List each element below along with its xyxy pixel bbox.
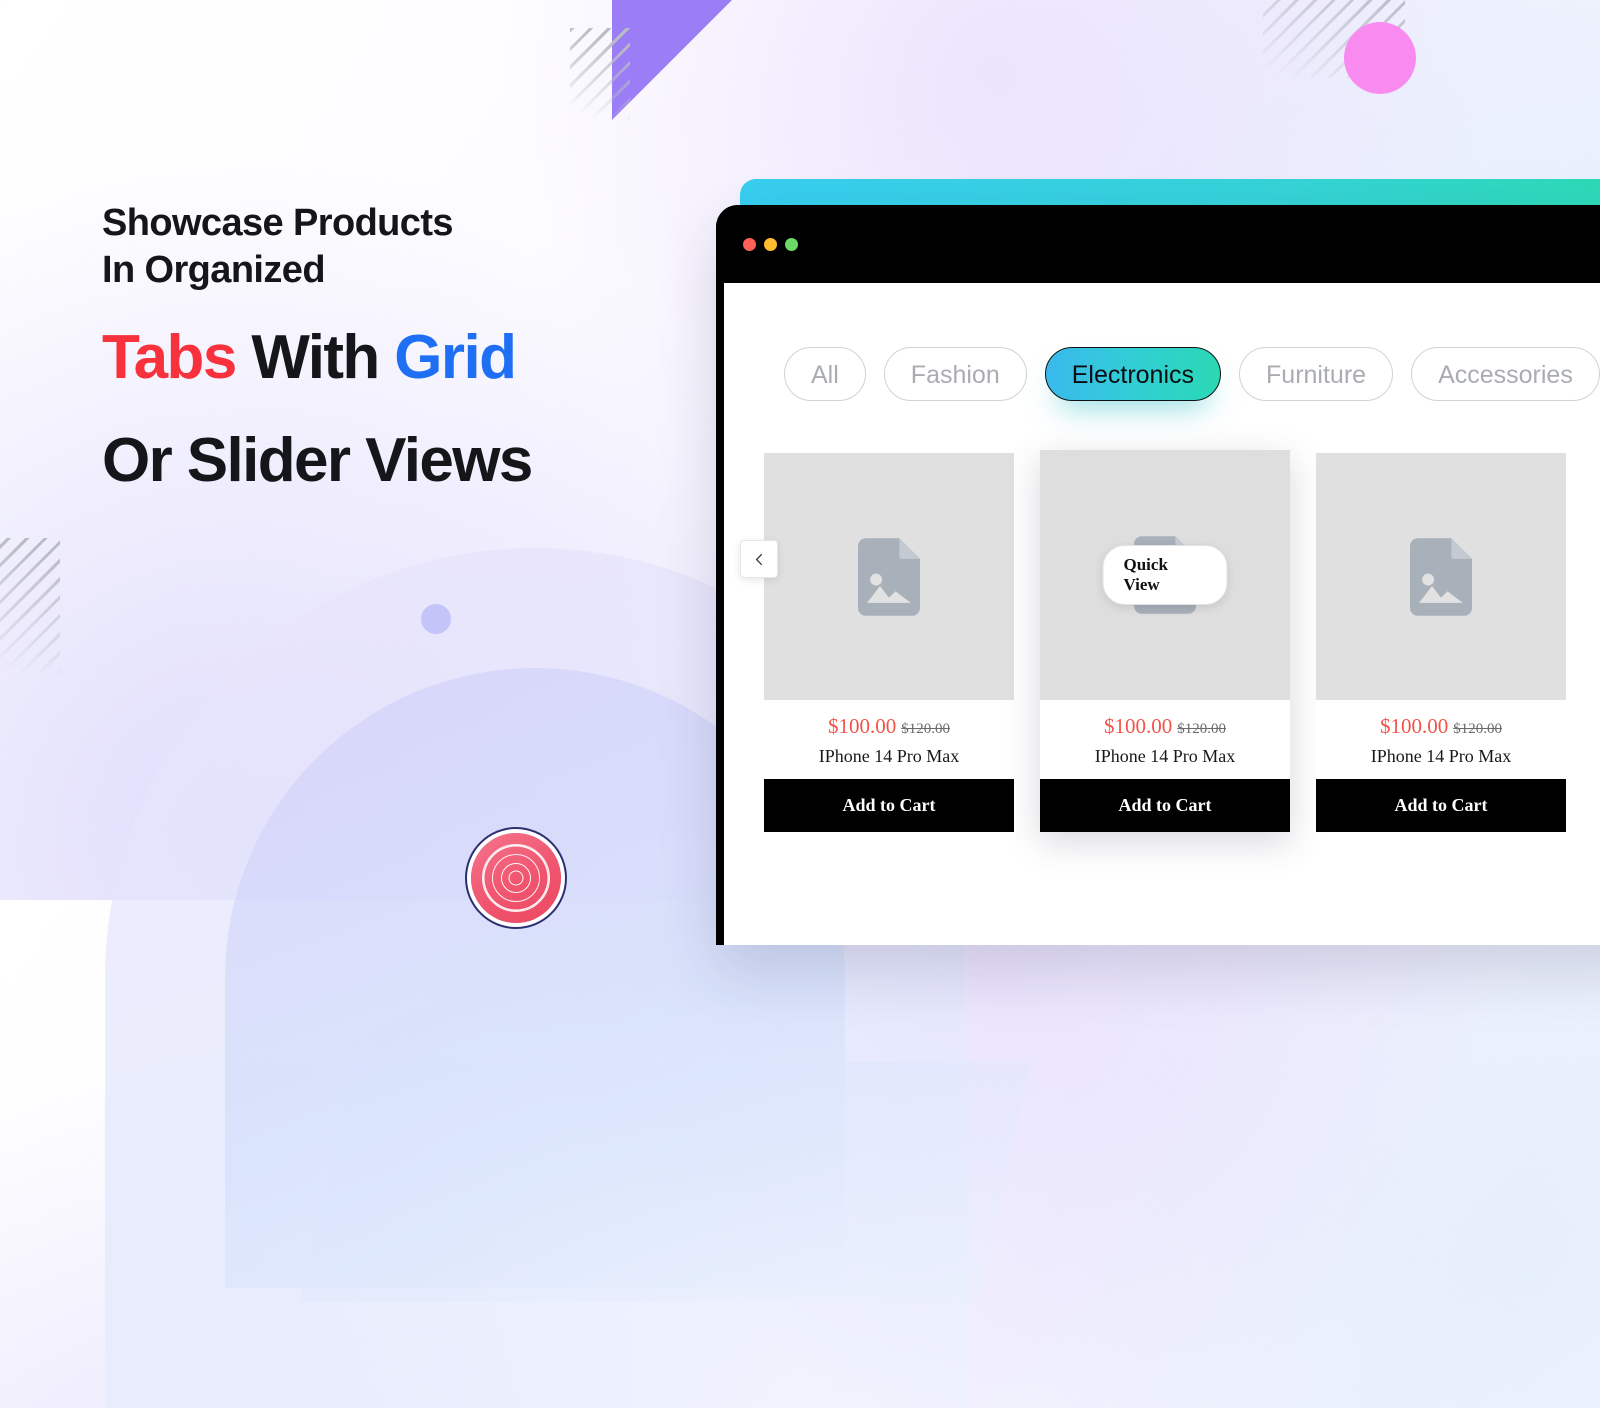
headline-accent-tabs: Tabs: [102, 323, 237, 392]
close-window-dot[interactable]: [743, 237, 756, 251]
browser-title-bar: [716, 205, 1600, 283]
maximize-window-dot[interactable]: [785, 237, 798, 251]
chevron-left-icon: [755, 553, 762, 565]
tab-fashion[interactable]: Fashion: [883, 347, 1027, 401]
product-info: $100.00 $120.00 IPhone 14 Pro Max: [1316, 700, 1566, 779]
product-info: $100.00 $120.00 IPhone 14 Pro Max: [764, 700, 1014, 779]
product-thumbnail[interactable]: Quick View: [1040, 450, 1290, 700]
tab-accessories[interactable]: Accessories: [1411, 347, 1600, 401]
product-card[interactable]: $100.00 $120.00 IPhone 14 Pro Max Add to …: [764, 453, 1014, 832]
product-price-row: $100.00 $120.00: [1316, 714, 1566, 739]
headline-line-3: Tabs With Grid: [102, 318, 662, 397]
product-old-price: $120.00: [1453, 721, 1502, 737]
tab-electronics[interactable]: Electronics: [1044, 347, 1222, 401]
tab-furniture[interactable]: Furniture: [1239, 347, 1394, 401]
decor-band-shape: [299, 1062, 1031, 1302]
headline-line-2: In Organized: [102, 249, 326, 291]
product-card[interactable]: Quick View $100.00 $120.00 IPhone 14 Pro …: [1040, 450, 1290, 832]
decor-pink-circle: [1344, 22, 1416, 94]
image-placeholder-icon: [858, 537, 920, 616]
product-thumbnail[interactable]: [764, 453, 1014, 700]
product-info: $100.00 $120.00 IPhone 14 Pro Max: [1040, 700, 1290, 779]
quick-view-button[interactable]: Quick View: [1102, 545, 1228, 605]
decor-rose-ring-badge: [471, 833, 561, 923]
product-name: IPhone 14 Pro Max: [1370, 746, 1512, 766]
product-thumbnail[interactable]: [1316, 453, 1566, 700]
product-price: $100.00: [828, 714, 897, 738]
product-price-row: $100.00 $120.00: [1040, 714, 1290, 739]
decor-stripes-bottom-left: [0, 538, 60, 673]
decor-purple-triangle: [612, 0, 734, 120]
add-to-cart-button[interactable]: Add to Cart: [1316, 779, 1566, 832]
decor-periwinkle-dot: [421, 604, 451, 634]
decor-ring-inner: [501, 863, 531, 893]
product-grid: $100.00 $120.00 IPhone 14 Pro Max Add to …: [764, 450, 1566, 832]
hero-headline: Showcase Products In Organized Tabs With…: [102, 200, 662, 500]
slider-prev-button[interactable]: [740, 540, 778, 578]
add-to-cart-button[interactable]: Add to Cart: [1040, 779, 1290, 832]
headline-accent-grid: Grid: [394, 323, 517, 392]
decor-stripes-top-left: [570, 28, 630, 120]
product-price-row: $100.00 $120.00: [764, 714, 1014, 739]
category-tab-bar: All Fashion Electronics Furniture Access…: [784, 347, 1600, 401]
browser-viewport: All Fashion Electronics Furniture Access…: [724, 283, 1600, 945]
minimize-window-dot[interactable]: [764, 237, 777, 251]
headline-line-4: Or Slider Views: [102, 426, 533, 495]
add-to-cart-button[interactable]: Add to Cart: [764, 779, 1014, 832]
product-price: $100.00: [1380, 714, 1449, 738]
product-card[interactable]: $100.00 $120.00 IPhone 14 Pro Max Add to …: [1316, 453, 1566, 832]
headline-connector: With: [235, 323, 395, 392]
product-old-price: $120.00: [901, 721, 950, 737]
decor-ring-center: [508, 870, 524, 886]
tab-all[interactable]: All: [784, 347, 866, 401]
browser-window-mockup: All Fashion Electronics Furniture Access…: [716, 205, 1600, 945]
image-placeholder-icon: [1410, 537, 1472, 616]
product-old-price: $120.00: [1177, 721, 1226, 737]
product-name: IPhone 14 Pro Max: [1094, 746, 1236, 766]
product-name: IPhone 14 Pro Max: [818, 746, 960, 766]
product-price: $100.00: [1104, 714, 1173, 738]
decor-stripes-top-right: [1263, 0, 1405, 78]
headline-line-1: Showcase Products: [102, 202, 454, 244]
